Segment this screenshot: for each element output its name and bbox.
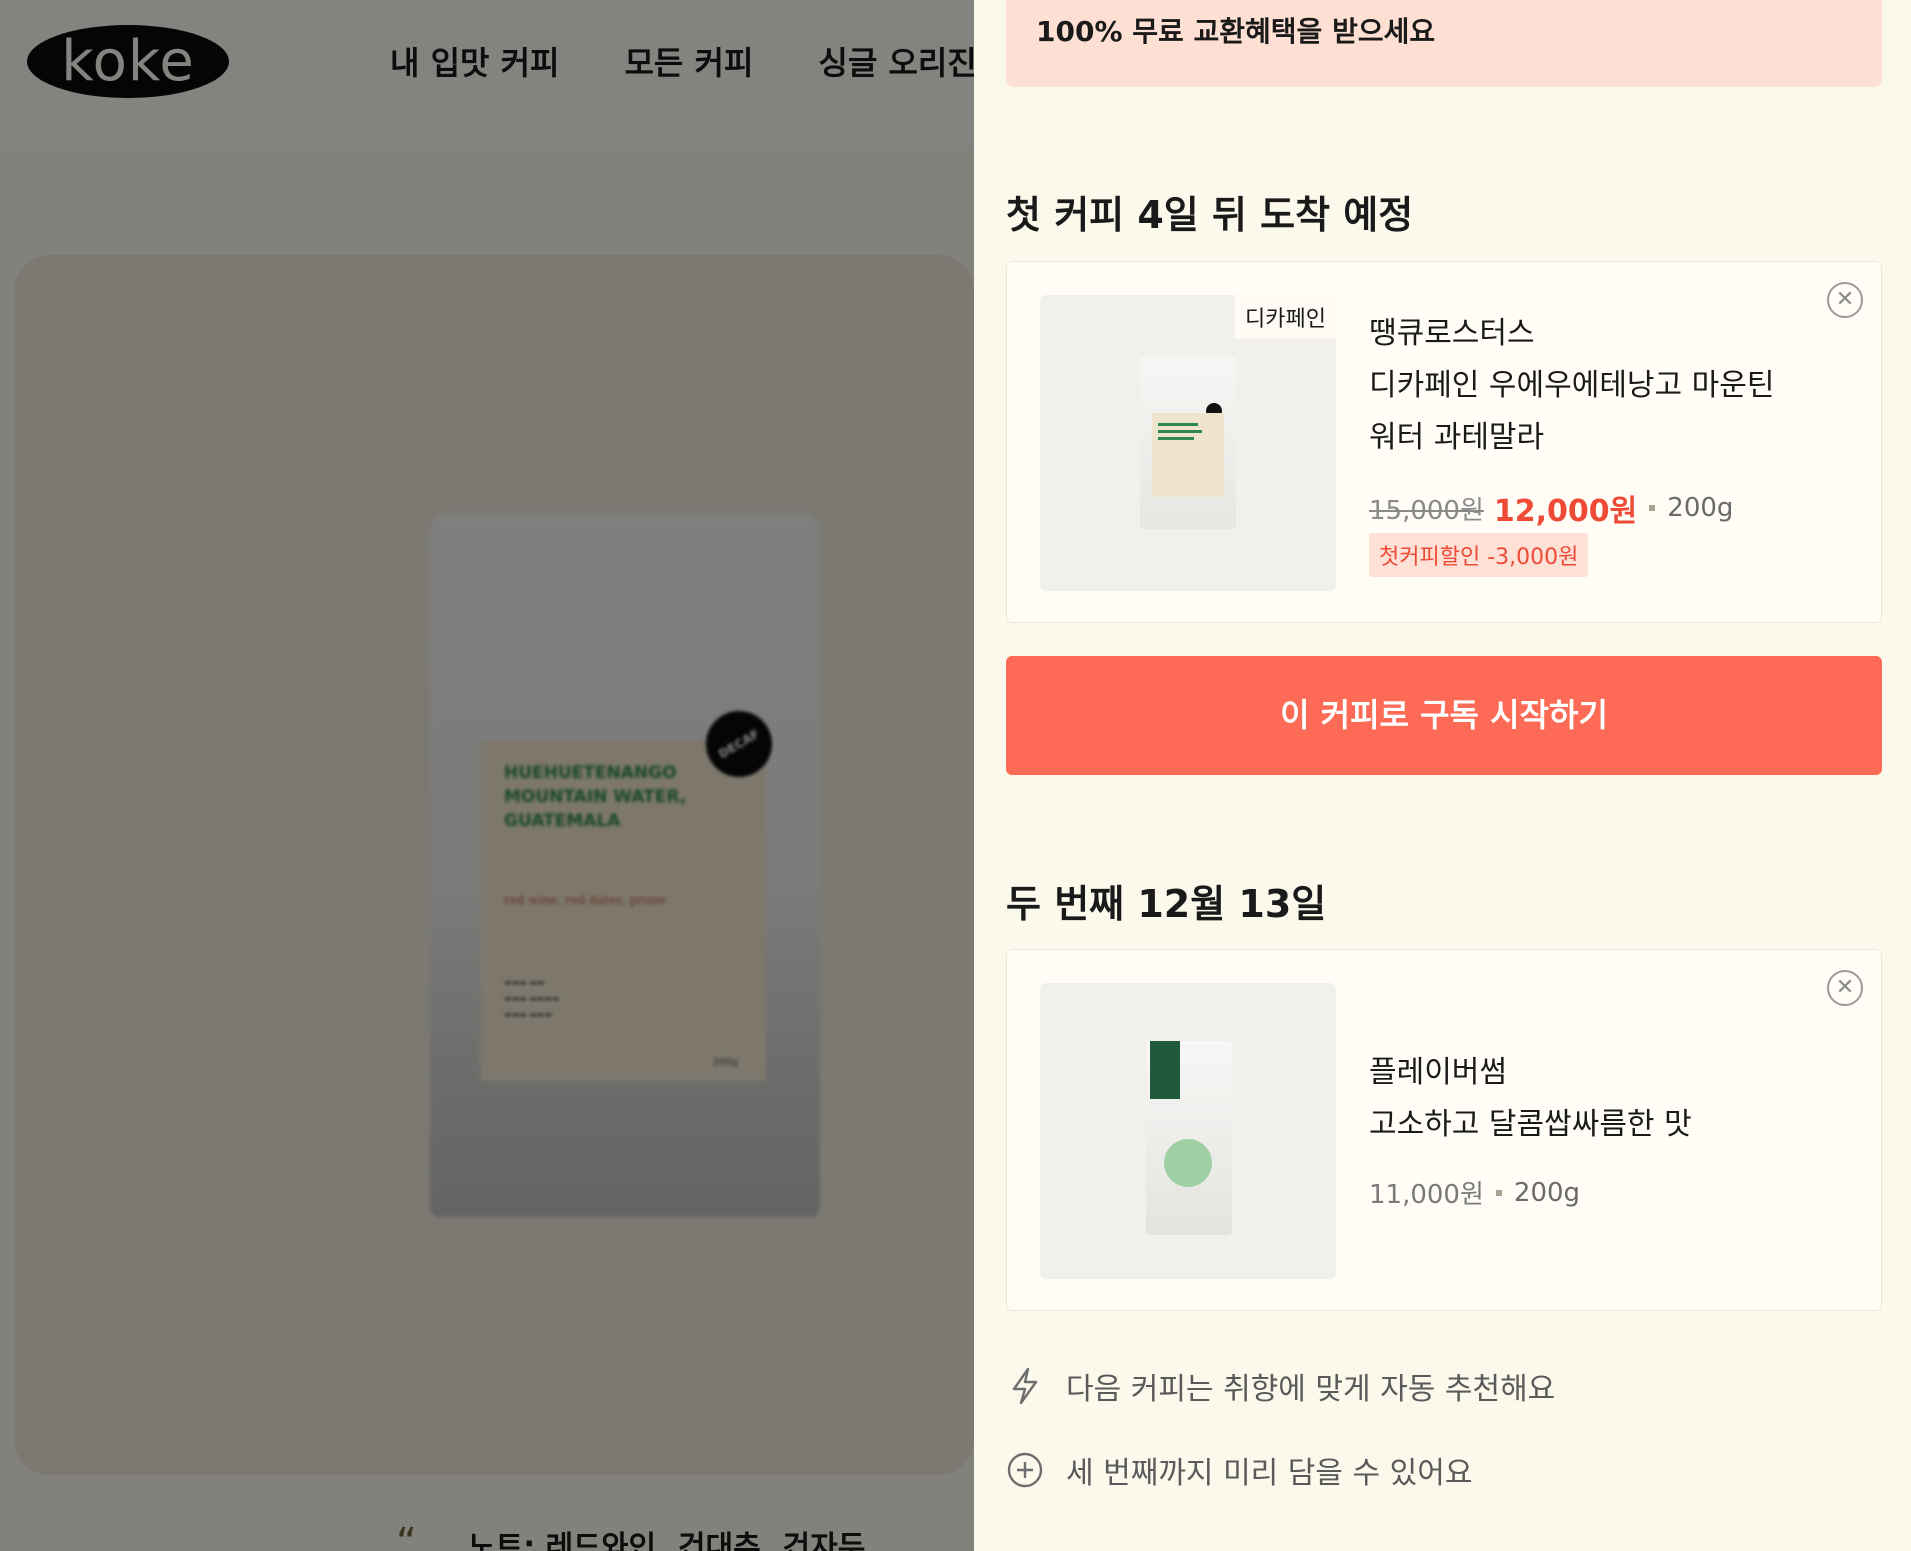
add-third-coffee-text: 세 번째까지 미리 담을 수 있어요 bbox=[1066, 1456, 1473, 1491]
promo-text: 100% 무료 교환혜택을 받으세요 bbox=[1036, 15, 1436, 48]
first-coffee-price-row: 15,000원 12,000원 200g bbox=[1369, 486, 1733, 530]
remove-first-coffee-button[interactable]: ✕ bbox=[1827, 282, 1863, 318]
separator-dot bbox=[1495, 1189, 1502, 1196]
second-coffee-thumbnail bbox=[1040, 983, 1336, 1279]
modal-overlay[interactable] bbox=[0, 0, 974, 1551]
promo-banner: 100% 무료 교환혜택을 받으세요 bbox=[1006, 0, 1882, 87]
remove-second-coffee-button[interactable]: ✕ bbox=[1827, 970, 1863, 1006]
start-subscription-button[interactable]: 이 커피로 구독 시작하기 bbox=[1006, 656, 1882, 775]
second-coffee-price-row: 11,000원 200g bbox=[1369, 1174, 1580, 1211]
first-coffee-thumbnail: 디카페인 bbox=[1040, 295, 1336, 591]
auto-recommend-info: 다음 커피는 취향에 맞게 자동 추천해요 bbox=[1006, 1364, 1555, 1408]
separator-dot bbox=[1649, 505, 1656, 511]
subscription-panel: 100% 무료 교환혜택을 받으세요 첫 커피 4일 뒤 도착 예정 디카페인 … bbox=[974, 0, 1911, 1551]
second-coffee-card: ✕ 플레이버썸 고소하고 달콤쌉싸름한 맛 11,000원 200g bbox=[1006, 949, 1882, 1311]
second-coffee-price: 11,000원 bbox=[1369, 1180, 1484, 1210]
first-coffee-brand: 땡큐로스터스 bbox=[1369, 316, 1535, 351]
first-coffee-name-line1: 디카페인 우에우에테낭고 마운틴 bbox=[1369, 368, 1775, 403]
discounted-price: 12,000원 bbox=[1493, 494, 1638, 529]
first-coffee-name-line2: 워터 과테말라 bbox=[1369, 420, 1545, 455]
add-third-coffee-row[interactable]: 세 번째까지 미리 담을 수 있어요 bbox=[1006, 1448, 1472, 1492]
second-coffee-title: 두 번째 12월 13일 bbox=[1006, 882, 1327, 926]
close-circle-icon: ✕ bbox=[1835, 287, 1855, 312]
coffee-bag-icon bbox=[1140, 357, 1236, 529]
original-price: 15,000원 bbox=[1369, 495, 1484, 526]
first-coffee-title: 첫 커피 4일 뒤 도착 예정 bbox=[1006, 193, 1414, 237]
close-circle-icon: ✕ bbox=[1835, 975, 1855, 1000]
second-coffee-weight: 200g bbox=[1513, 1177, 1581, 1208]
first-coffee-discount-badge: 첫커피할인 -3,000원 bbox=[1369, 533, 1589, 577]
second-coffee-brand: 플레이버썸 bbox=[1369, 1055, 1507, 1090]
background-page: koke 내 입맛 커피 모든 커피 싱글 오리진 HUEHUETENANGO … bbox=[0, 0, 974, 1551]
plus-circle-icon bbox=[1006, 1451, 1044, 1489]
auto-recommend-text: 다음 커피는 취향에 맞게 자동 추천해요 bbox=[1066, 1372, 1556, 1407]
lightning-icon bbox=[1006, 1367, 1044, 1405]
second-coffee-name: 고소하고 달콤쌉싸름한 맛 bbox=[1369, 1107, 1692, 1142]
decaf-tag: 디카페인 bbox=[1235, 295, 1336, 339]
first-coffee-card: 디카페인 ✕ 땡큐로스터스 디카페인 우에우에테낭고 마운틴 워터 과테말라 1… bbox=[1006, 261, 1882, 623]
coffee-bag-icon bbox=[1146, 1041, 1232, 1235]
first-coffee-weight: 200g bbox=[1667, 493, 1734, 523]
